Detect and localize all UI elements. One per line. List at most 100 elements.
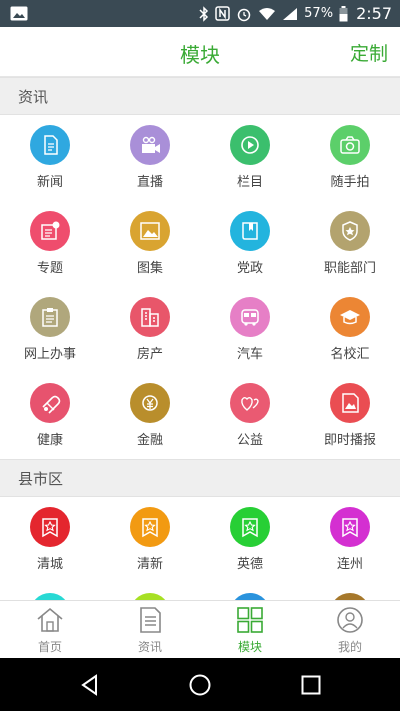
module-item[interactable]: 栏目	[200, 115, 300, 201]
module-item[interactable]: 公益	[200, 373, 300, 459]
star-flag-icon	[130, 593, 170, 600]
battery-percent: 57%	[304, 6, 334, 21]
back-icon[interactable]	[78, 673, 102, 697]
module-item[interactable]: 专题	[0, 201, 100, 287]
badge-icon	[330, 211, 370, 251]
hearts-icon	[230, 383, 270, 423]
tab-news-label: 资讯	[137, 640, 162, 654]
module-item[interactable]: 金融	[100, 373, 200, 459]
module-item-label: 即时播报	[323, 433, 376, 448]
module-item-label: 直播	[136, 175, 163, 190]
module-item[interactable]: 网上办事	[0, 287, 100, 373]
module-item[interactable]: 房产	[100, 287, 200, 373]
module-item[interactable]: 英德	[200, 497, 300, 583]
money-icon	[130, 383, 170, 423]
user-icon	[337, 607, 363, 633]
star-flag-icon	[30, 593, 70, 600]
wifi-icon	[259, 7, 276, 20]
star-flag-icon	[330, 507, 370, 547]
graduation-icon	[330, 297, 370, 337]
grid-icon	[237, 607, 263, 633]
alarm-icon	[237, 8, 251, 21]
module-item[interactable]	[200, 583, 300, 600]
page-title: 模块	[180, 43, 220, 67]
module-item-label: 房产	[136, 347, 163, 362]
module-item[interactable]: 随手拍	[300, 115, 400, 201]
module-item[interactable]	[100, 583, 200, 600]
tab-mine-label: 我的	[337, 640, 362, 654]
status-bar: 57% 2:57	[0, 0, 400, 27]
section-header-districts: 县市区	[0, 459, 400, 497]
play-icon	[230, 125, 270, 165]
star-flag-icon	[230, 593, 270, 600]
module-item[interactable]: 汽车	[200, 287, 300, 373]
recents-icon[interactable]	[299, 673, 323, 697]
module-item-label: 金融	[136, 433, 163, 448]
building-icon	[130, 297, 170, 337]
module-item-label: 公益	[236, 433, 263, 448]
section-header-news: 资讯	[0, 77, 400, 115]
module-item[interactable]: 连州	[300, 497, 400, 583]
document-icon	[30, 125, 70, 165]
home-button-icon[interactable]	[188, 673, 212, 697]
clipboard-icon	[30, 297, 70, 337]
module-item[interactable]: 党政	[200, 201, 300, 287]
news-module-grid: 新闻 直播 栏目 随手拍专题 图集 党政 职能部门网上办事 房产 汽车 名校汇健康 金融 公益 即时播报	[0, 115, 400, 459]
module-item-label: 连州	[336, 557, 363, 572]
module-item-label: 清城	[36, 557, 63, 572]
tab-news[interactable]: 资讯	[100, 601, 200, 658]
photo-camera-icon	[330, 125, 370, 165]
module-item[interactable]: 直播	[100, 115, 200, 201]
customize-button[interactable]: 定制	[350, 39, 388, 66]
pill-icon	[30, 383, 70, 423]
module-item-label: 党政	[236, 261, 263, 276]
module-list[interactable]: 资讯 新闻 直播 栏目 随手拍专题 图集 党政 职能部门网上办事 房产 汽车 名校汇健康 金融 公益 即…	[0, 77, 400, 600]
tab-home[interactable]: 首页	[0, 601, 100, 658]
module-item[interactable]: 职能部门	[300, 201, 400, 287]
module-item-label: 职能部门	[323, 261, 376, 276]
module-item[interactable]: 图集	[100, 201, 200, 287]
module-item-label: 健康	[36, 433, 63, 448]
news-icon	[140, 607, 161, 633]
home-icon	[37, 607, 63, 632]
module-item-label: 汽车	[236, 347, 263, 362]
star-flag-icon	[330, 593, 370, 600]
clock: 2:57	[356, 4, 392, 23]
book-icon	[230, 211, 270, 251]
tab-modules-label: 模块	[237, 640, 262, 654]
district-module-grid: 清城 清新 英德 连州	[0, 497, 400, 600]
module-item-label: 图集	[136, 261, 163, 276]
gallery-notification-icon	[10, 6, 28, 21]
tab-modules[interactable]: 模块	[200, 601, 300, 658]
star-flag-icon	[230, 507, 270, 547]
star-flag-icon	[30, 507, 70, 547]
module-item[interactable]: 清新	[100, 497, 200, 583]
star-flag-icon	[130, 507, 170, 547]
battery-icon	[339, 5, 348, 21]
module-item-label: 栏目	[236, 175, 263, 190]
module-item[interactable]: 即时播报	[300, 373, 400, 459]
module-item[interactable]: 健康	[0, 373, 100, 459]
topic-icon	[30, 211, 70, 251]
module-item[interactable]	[300, 583, 400, 600]
module-item-label: 随手拍	[330, 175, 370, 190]
module-item[interactable]	[0, 583, 100, 600]
bus-icon	[230, 297, 270, 337]
app-header: 模块 定制	[0, 27, 400, 77]
gallery-icon	[130, 211, 170, 251]
tab-mine[interactable]: 我的	[300, 601, 400, 658]
system-nav-bar	[0, 658, 400, 711]
module-item[interactable]: 名校汇	[300, 287, 400, 373]
signal-icon	[283, 7, 298, 20]
image-icon	[330, 383, 370, 423]
bottom-tab-bar: 首页 资讯 模块 我的	[0, 600, 400, 658]
camera-icon	[130, 125, 170, 165]
module-item-label: 新闻	[36, 175, 63, 190]
nfc-icon	[215, 6, 230, 21]
module-item-label: 清新	[136, 557, 163, 572]
module-item-label: 专题	[36, 261, 63, 276]
module-item[interactable]: 清城	[0, 497, 100, 583]
module-item[interactable]: 新闻	[0, 115, 100, 201]
bluetooth-icon	[199, 5, 209, 22]
tab-home-label: 首页	[37, 640, 62, 654]
